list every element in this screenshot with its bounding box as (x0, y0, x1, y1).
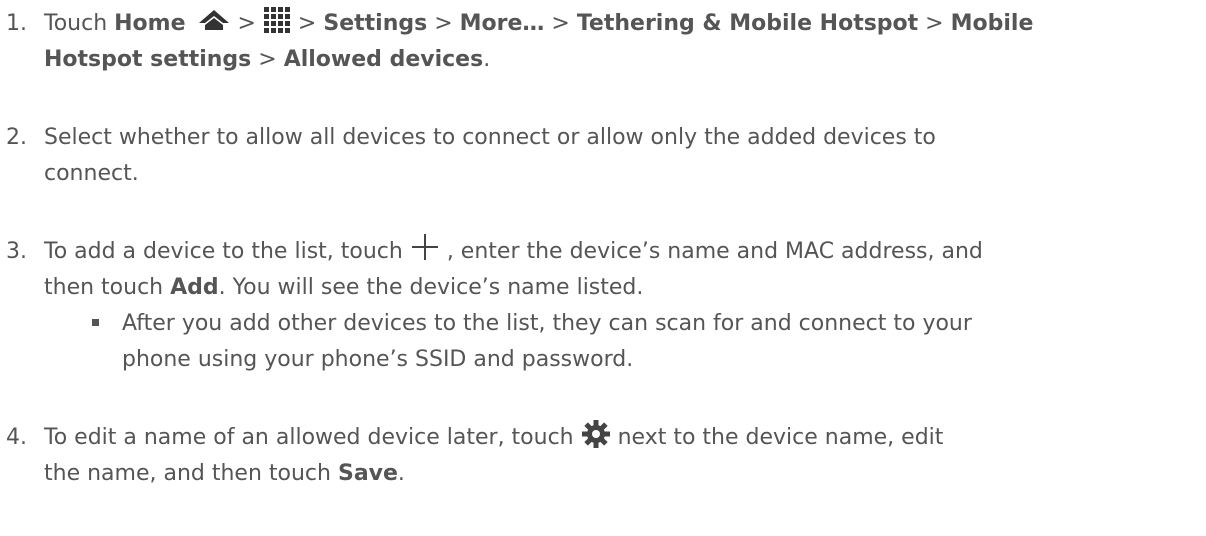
home-label: Home (114, 11, 186, 36)
sub-bullet-text: After you add other devices to the list,… (122, 311, 972, 372)
allowed-devices-label: Allowed devices (283, 47, 484, 72)
step-number: 1. (6, 11, 27, 36)
bullet-marker (92, 319, 99, 326)
plus-icon (410, 232, 440, 262)
add-label: Add (170, 275, 219, 300)
step-number: 2. (6, 125, 27, 150)
step-text: To edit a name of an allowed device late… (44, 420, 1184, 492)
hotspot-settings-label: Hotspot settings (44, 47, 252, 72)
step-text: Select whether to allow all devices to c… (44, 125, 936, 186)
more-label: More… (459, 11, 545, 36)
settings-label: Settings (323, 11, 428, 36)
step-number: 4. (6, 425, 27, 450)
tethering-label: Tethering & Mobile Hotspot (576, 11, 919, 36)
save-label: Save (337, 461, 398, 486)
gear-icon (581, 419, 611, 449)
step-text: Touch Home > > Settings > More… > Tether… (44, 6, 1184, 78)
step-number: 3. (6, 239, 27, 264)
mobile-label: Mobile (950, 11, 1034, 36)
home-icon (197, 8, 231, 32)
apps-grid-icon (263, 6, 291, 34)
step-text: To add a device to the list, touch , ent… (44, 234, 1184, 306)
